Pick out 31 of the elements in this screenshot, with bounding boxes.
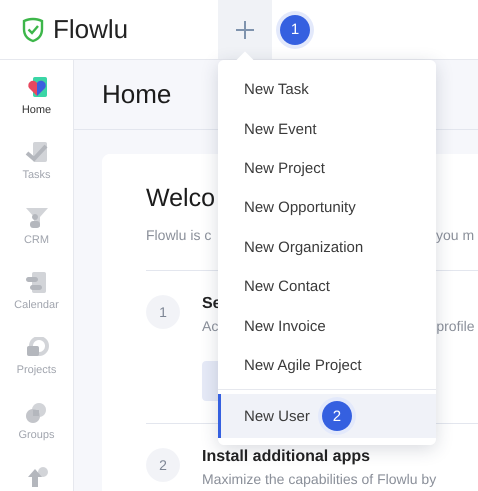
- step-number: 1: [146, 295, 180, 329]
- welcome-title: Welco: [146, 184, 216, 214]
- logo-icon: [21, 16, 45, 42]
- add-button[interactable]: [218, 0, 272, 59]
- step-description: Maximize the capabilities of Flowlu by: [202, 471, 436, 487]
- module-icon: [24, 337, 48, 359]
- menu-item[interactable]: New User 2: [218, 394, 436, 438]
- menu-item[interactable]: New Agile Project: [218, 346, 436, 386]
- subtitle-text: Flowlu is c: [146, 227, 212, 243]
- menu-item[interactable]: New Organization: [218, 228, 436, 267]
- step-description: Ac: [202, 318, 218, 334]
- menu-item[interactable]: New Opportunity: [218, 188, 436, 228]
- step-description: profile: [436, 318, 474, 334]
- sidebar-item[interactable]: Home: [22, 77, 52, 142]
- module-icon: [24, 272, 48, 294]
- module-icon: [24, 142, 48, 164]
- module-icon: [24, 207, 48, 229]
- step-badge: 2: [322, 401, 352, 432]
- subtitle-text: you m: [436, 227, 474, 243]
- step-badge: 1: [280, 14, 310, 44]
- step-title: Install additional apps: [202, 448, 372, 466]
- module-icon: [24, 402, 48, 424]
- menu-item[interactable]: New Project: [218, 148, 436, 188]
- menu-item[interactable]: New Event: [218, 109, 436, 149]
- page-title: Home: [102, 79, 172, 110]
- menu-item[interactable]: New Task: [218, 70, 436, 110]
- step-number: 2: [146, 448, 180, 482]
- menu-item[interactable]: New Contact: [218, 266, 436, 306]
- logo-text: Flowlu: [53, 14, 128, 45]
- menu-item[interactable]: New Invoice: [218, 306, 436, 346]
- plus-icon: [235, 20, 255, 40]
